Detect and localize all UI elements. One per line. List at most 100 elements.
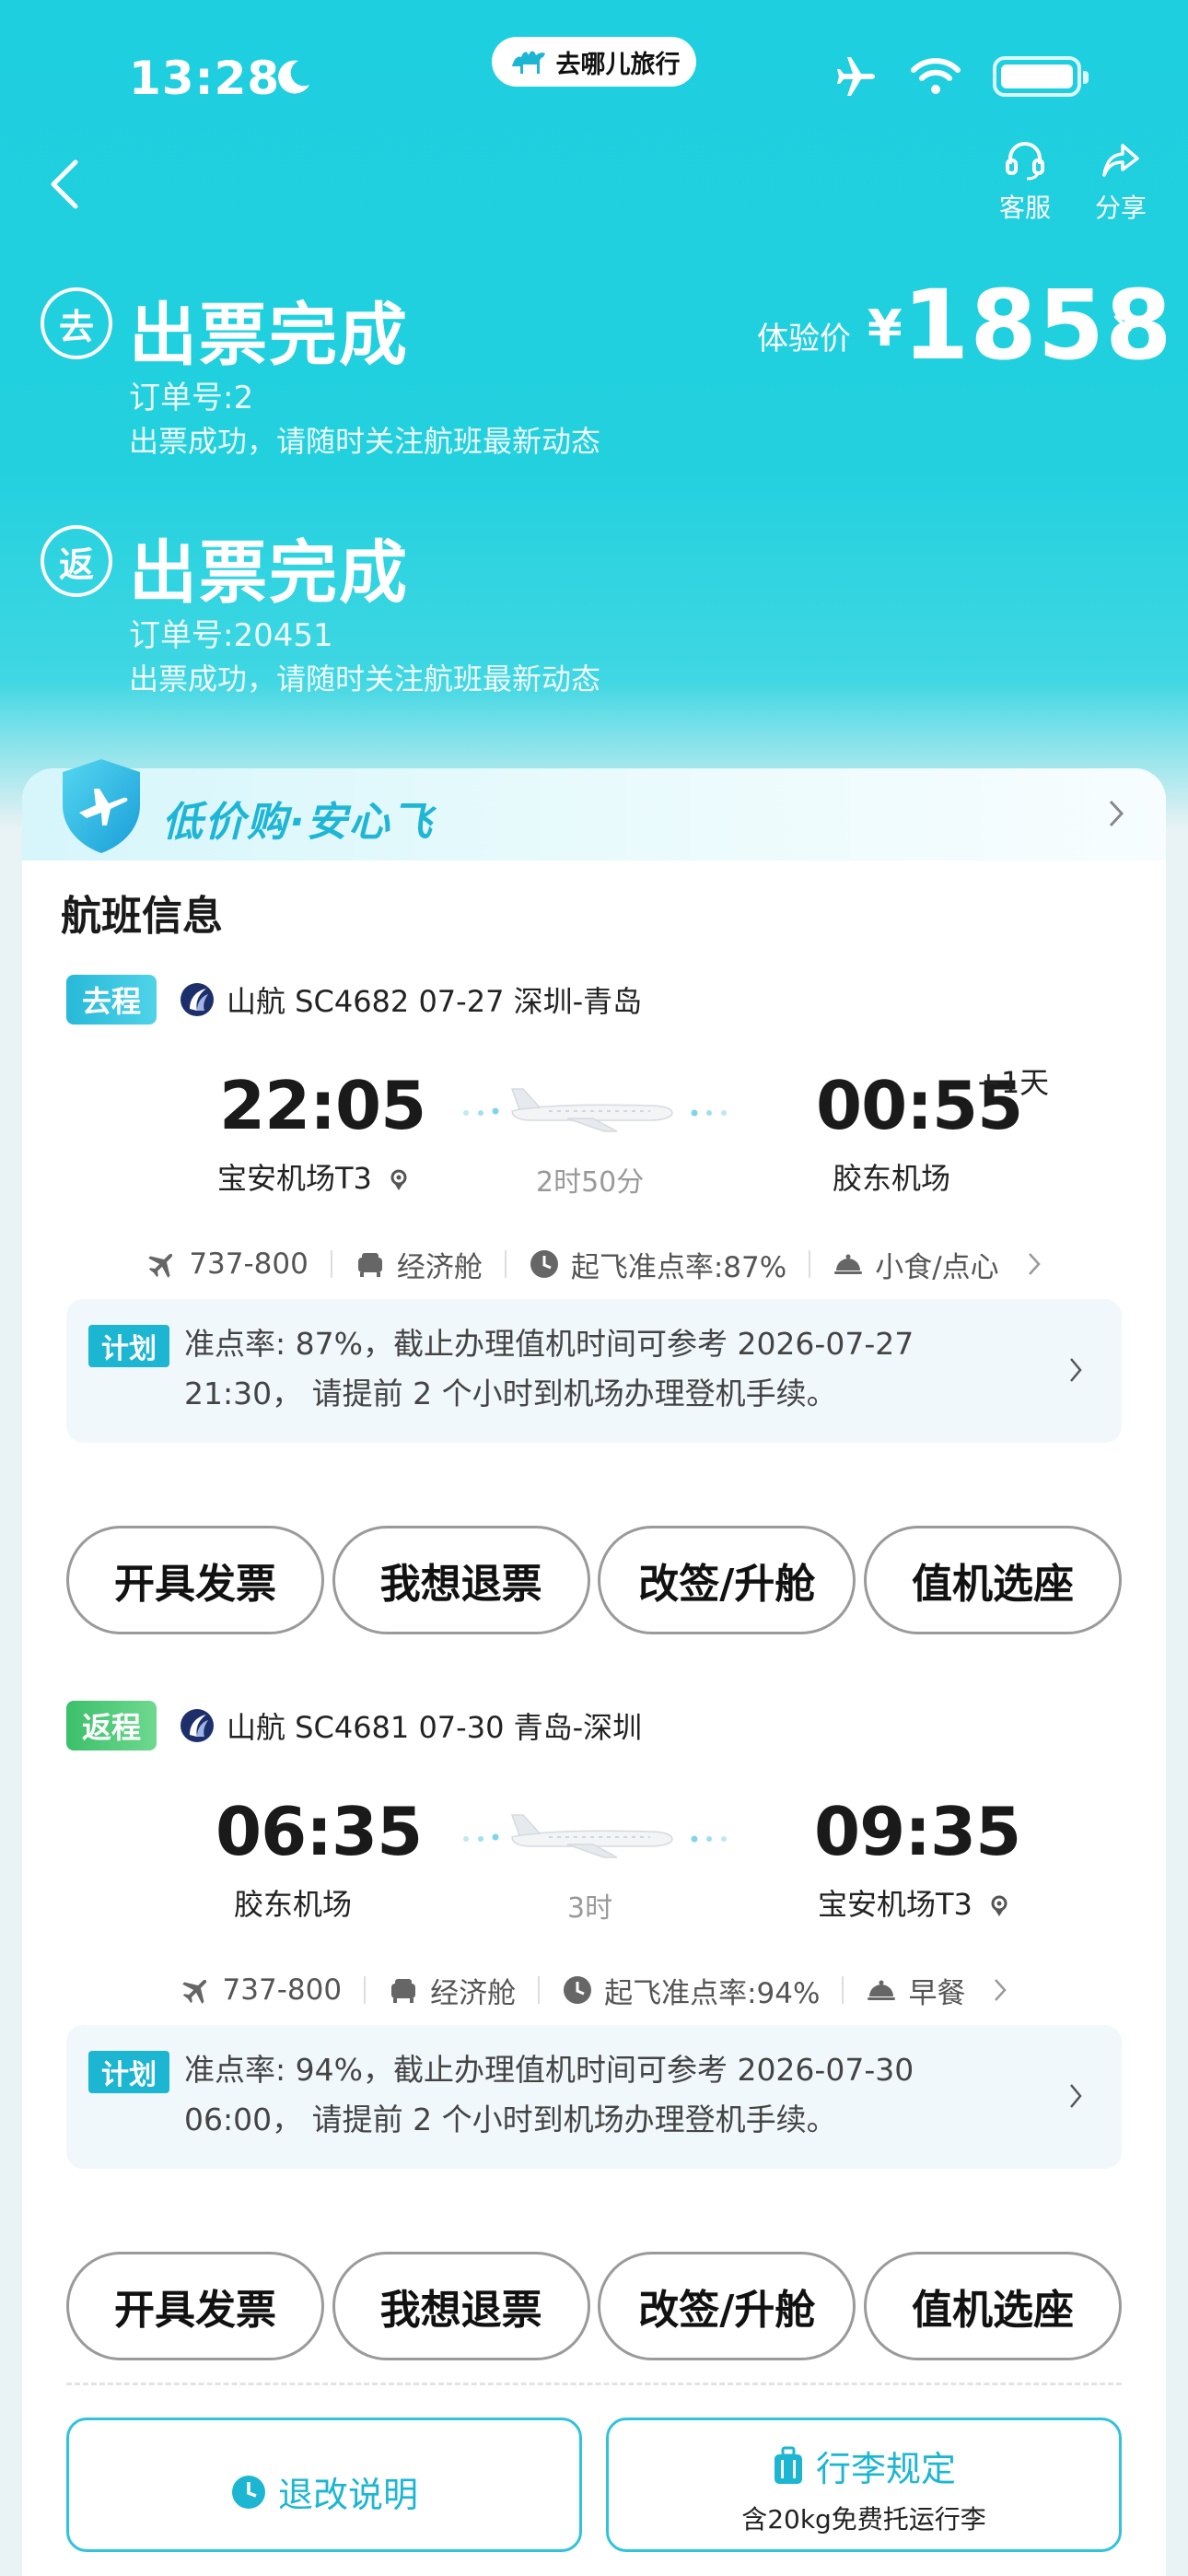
- change-upgrade-button[interactable]: 改签/升舱: [598, 1526, 856, 1634]
- plan-notice[interactable]: 计划 准点率: 94%，截止办理值机时间可参考 2026-07-30 06:00…: [66, 2025, 1122, 2169]
- customer-service-button[interactable]: 客服: [984, 138, 1066, 225]
- departure-airport: 胶东机场: [234, 1887, 353, 1922]
- refund-button[interactable]: 我想退票: [332, 2252, 590, 2360]
- chevron-right-icon: [1028, 1253, 1041, 1275]
- segment-info: 山航 SC4682 07-27 深圳-青岛: [227, 984, 643, 1019]
- outbound-actions: 开具发票 我想退票 改签/升舱 值机选座: [66, 1526, 1122, 1634]
- back-button[interactable]: [42, 157, 88, 212]
- customer-service-label: 客服: [998, 193, 1051, 223]
- flight-duration: 3时: [567, 1892, 613, 1925]
- invoice-button[interactable]: 开具发票: [66, 2252, 324, 2360]
- refund-rules-button[interactable]: 退改说明: [66, 2418, 582, 2552]
- plan-tag: 计划: [88, 2051, 169, 2093]
- departure-airport-name: 宝安机场T3: [217, 1161, 372, 1196]
- change-upgrade-button[interactable]: 改签/升舱: [598, 2252, 856, 2360]
- refund-rules-label: 退改说明: [277, 2475, 418, 2515]
- chevron-right-icon: [1109, 800, 1124, 827]
- return-status-note: 出票成功，请随时关注航班最新动态: [129, 662, 601, 697]
- chevron-right-icon: [1070, 2084, 1082, 2108]
- meal-attr: 小食/点心: [833, 1244, 999, 1285]
- plan-line-2: 06:00， 请提前 2 个小时到机场办理登机手续。: [184, 2102, 837, 2137]
- app-name: 去哪儿旅行: [555, 50, 681, 79]
- price-currency: ¥: [868, 299, 903, 357]
- headset-icon: [1006, 142, 1044, 181]
- arrival-time: 09:35: [814, 1793, 1021, 1870]
- return-badge: 返: [41, 525, 112, 597]
- camel-logo-icon: [511, 51, 545, 74]
- outbound-status-note: 出票成功，请随时关注航班最新动态: [129, 424, 601, 459]
- meal-cloche-icon: [834, 1254, 863, 1274]
- seat-icon: [357, 1253, 382, 1277]
- airplane-mode-icon: [837, 57, 875, 96]
- share-button[interactable]: 分享: [1079, 138, 1162, 225]
- divider: [66, 2383, 1122, 2385]
- arrival-airport[interactable]: 宝安机场T3: [818, 1881, 1009, 1924]
- aircraft-type: 737-800: [189, 1247, 309, 1281]
- aircraft-attr: 737-800: [146, 1247, 309, 1281]
- baggage-subtitle: 含20kg免费托运行李: [741, 2504, 986, 2535]
- airplane-illustration-icon: [463, 1088, 727, 1132]
- return-order-number: 订单号:20451: [129, 617, 333, 654]
- plan-line-1: 准点率: 94%，截止办理值机时间可参考 2026-07-30: [184, 2052, 914, 2088]
- flight-attributes[interactable]: 737-800 经济舱 起飞准点率:87% 小食/点心: [22, 1244, 1166, 1284]
- plan-line-2: 21:30， 请提前 2 个小时到机场办理登机手续。: [184, 1376, 837, 1411]
- on-time-attr: 起飞准点率:94%: [562, 1970, 820, 2011]
- meal-info: 早餐: [908, 1976, 966, 2010]
- flight-info-card: 低价购·安心飞 航班信息 去程 山航 SC4682 07-27 深圳-青岛 22…: [22, 759, 1166, 2576]
- moon-icon: [278, 60, 309, 94]
- plan-notice[interactable]: 计划 准点率: 87%，截止办理值机时间可参考 2026-07-27 21:30…: [66, 1299, 1122, 1443]
- departure-time: 22:05: [219, 1067, 426, 1144]
- chevron-right-icon[interactable]: [1111, 311, 1135, 348]
- invoice-button[interactable]: 开具发票: [66, 1526, 324, 1634]
- outbound-segment: 去程 山航 SC4682 07-27 深圳-青岛 22:05 宝安机场T3 2时…: [22, 975, 1166, 1491]
- section-title: 航班信息: [61, 893, 223, 940]
- plan-text: 准点率: 94%，截止办理值机时间可参考 2026-07-30 06:00， 请…: [184, 2045, 1050, 2145]
- plan-line-1: 准点率: 87%，截止办理值机时间可参考 2026-07-27: [184, 1326, 914, 1362]
- airplane-illustration-icon: [463, 1814, 727, 1858]
- promo-banner[interactable]: 低价购·安心飞: [22, 759, 1166, 861]
- flight-duration: 2时50分: [536, 1166, 645, 1199]
- departure-airport[interactable]: 宝安机场T3: [217, 1155, 409, 1198]
- clock-icon: [564, 1976, 592, 2004]
- checkin-seat-button[interactable]: 值机选座: [863, 2252, 1122, 2360]
- plan-tag: 计划: [88, 1325, 169, 1367]
- arrival-airport-name: 宝安机场T3: [818, 1887, 973, 1922]
- luggage-icon: [774, 2446, 802, 2484]
- on-time-attr: 起飞准点率:87%: [529, 1244, 786, 1285]
- wifi-icon: [911, 58, 961, 94]
- status-time: 13:28: [129, 52, 281, 105]
- chevron-right-icon: [1070, 1358, 1082, 1382]
- aircraft-attr: 737-800: [181, 1973, 342, 2007]
- outbound-tag: 去程: [66, 975, 157, 1025]
- on-time-rate: 起飞准点率:87%: [570, 1250, 787, 1284]
- seat-icon: [391, 1979, 416, 2003]
- meal-cloche-icon: [868, 1980, 896, 2000]
- share-label: 分享: [1094, 193, 1147, 223]
- clock-icon: [530, 1250, 558, 1278]
- outbound-status-title: 出票完成: [129, 296, 409, 375]
- meal-info: 小食/点心: [875, 1250, 999, 1284]
- share-icon: [1102, 144, 1139, 177]
- cabin-class: 经济舱: [430, 1976, 517, 2010]
- flight-attributes[interactable]: 737-800 经济舱 起飞准点率:94% 早餐: [22, 1970, 1166, 2010]
- refund-button[interactable]: 我想退票: [332, 1526, 590, 1634]
- cabin-class: 经济舱: [396, 1250, 483, 1284]
- battery-icon: [993, 56, 1089, 97]
- plane-icon: [181, 1979, 206, 2004]
- return-tag: 返程: [66, 1701, 157, 1751]
- return-status-title: 出票完成: [129, 533, 409, 613]
- cabin-attr: 经济舱: [355, 1244, 483, 1285]
- app-name-pill: 去哪儿旅行: [492, 37, 696, 87]
- baggage-rules-button[interactable]: 行李规定 含20kg免费托运行李: [606, 2418, 1122, 2552]
- clock-icon: [231, 2475, 265, 2509]
- plan-text: 准点率: 87%，截止办理值机时间可参考 2026-07-27 21:30， 请…: [184, 1319, 1050, 1419]
- chevron-right-icon: [995, 1979, 1007, 2001]
- return-actions: 开具发票 我想退票 改签/升舱 值机选座: [66, 2252, 1122, 2360]
- meal-attr: 早餐: [866, 1970, 965, 2011]
- plane-icon: [148, 1253, 173, 1278]
- location-pin-icon: [390, 1169, 407, 1190]
- checkin-seat-button[interactable]: 值机选座: [863, 1526, 1122, 1634]
- cabin-attr: 经济舱: [388, 1970, 516, 2011]
- outbound-order-number: 订单号:2: [129, 380, 254, 416]
- shield-plane-icon: [63, 759, 140, 853]
